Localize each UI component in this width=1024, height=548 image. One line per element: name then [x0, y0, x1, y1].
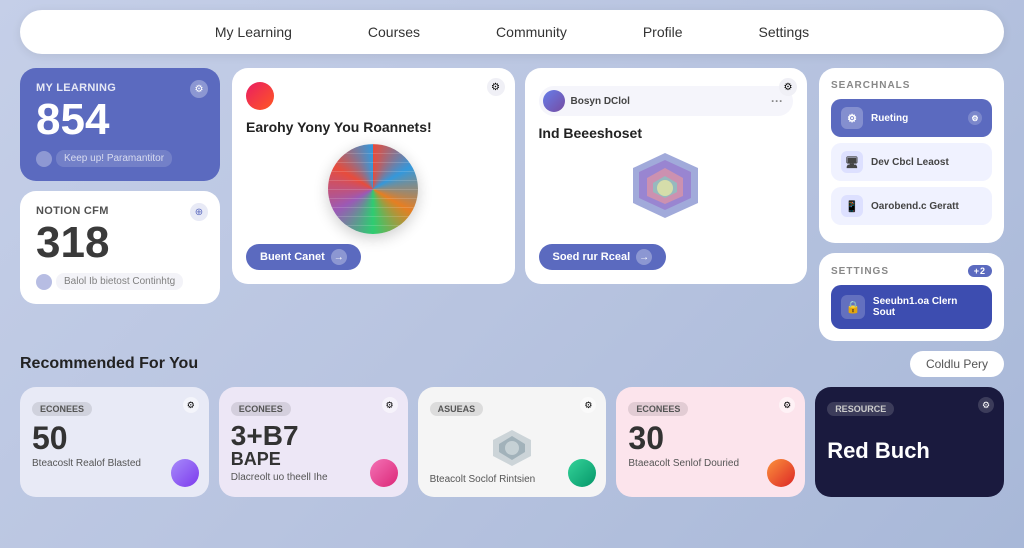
feature-right-title: Ind Beeeshoset: [539, 124, 794, 142]
my-learning-title: My Learning: [36, 82, 204, 94]
searchnals-item2-icon: 📱: [841, 195, 863, 217]
recommended-title: Recommended For You: [20, 355, 198, 373]
rec-card-2-badge: ECONEES: [231, 402, 291, 416]
feature-cards-row: ⚙ Earohy Yony You Roannets! Buent Canet …: [232, 68, 807, 284]
main-nav: My Learning Courses Community Profile Se…: [20, 10, 1004, 54]
my-learning-subtitle: Keep up! Paramantitor: [36, 150, 204, 167]
searchnals-item2-label: Oarobend.c Geratt: [871, 201, 982, 212]
rec-card-5-gear-icon[interactable]: ⚙: [978, 397, 994, 413]
searchnals-title: SEARCHNALS: [831, 80, 992, 91]
settings-action-btn[interactable]: 🔒 Seeubn1.oa Clern Sout: [831, 285, 992, 329]
my-learning-card: My Learning ⚙ 854 Keep up! Paramantitor: [20, 68, 220, 181]
searchnals-item1-label: Dev Cbcl Leaost: [871, 157, 982, 168]
rec-card-4-gear-icon[interactable]: ⚙: [779, 397, 795, 413]
profile-avatar: [543, 90, 565, 112]
nav-settings[interactable]: Settings: [751, 20, 818, 44]
settings-action-label: Seeubn1.oa Clern Sout: [873, 296, 982, 318]
globe-visual: [328, 144, 418, 234]
rec-card-2: ⚙ ECONEES 3+B7 BAPE Dlacreolt uo theell …: [219, 387, 408, 497]
feature-card-left: ⚙ Earohy Yony You Roannets! Buent Canet …: [232, 68, 515, 284]
rec-card-1-gear-icon[interactable]: ⚙: [183, 397, 199, 413]
my-learning-number: 854: [36, 98, 204, 142]
right-sidebar: SEARCHNALS ⚙ Rueting ⚙ 🖥 Dev Cbcl Leaost…: [819, 68, 1004, 341]
searchnals-item1-icon: 🖥: [841, 151, 863, 173]
rec-card-4-avatar: [767, 459, 795, 487]
rec-card-1: ⚙ ECONEES 50 Bteacoslt Realof Blasted: [20, 387, 209, 497]
rec-card-2-avatar: [370, 459, 398, 487]
nav-profile[interactable]: Profile: [635, 20, 691, 44]
nav-community[interactable]: Community: [488, 20, 575, 44]
rec-card-4: ⚙ ECONEES 30 Btaeacolt Senlof Douried: [616, 387, 805, 497]
rec-card-4-badge: ECONEES: [628, 402, 688, 416]
searchnals-header-gear-icon[interactable]: ⚙: [968, 111, 982, 125]
feature-left-icon: [246, 82, 274, 110]
recommended-header: Recommended For You Coldlu Pery: [20, 351, 1004, 377]
nav-my-learning[interactable]: My Learning: [207, 20, 300, 44]
rec-card-1-avatar: [171, 459, 199, 487]
settings-action-icon: 🔒: [841, 295, 865, 319]
feature-right-action-btn[interactable]: Soed rur Rceal →: [539, 244, 667, 270]
settings-section: SETTINGS +2 🔒 Seeubn1.oa Clern Sout: [819, 253, 1004, 341]
profile-in-card: Bosyn DClol ···: [539, 86, 794, 116]
feature-left-title: Earohy Yony You Roannets!: [246, 118, 501, 136]
recommended-cards: ⚙ ECONEES 50 Bteacoslt Realof Blasted ⚙ …: [20, 387, 1004, 497]
my-learning-dropdown[interactable]: Keep up! Paramantitor: [56, 150, 172, 167]
notion-cfm-avatar: [36, 274, 52, 290]
feature-card-right: ⚙ Bosyn DClol ··· Ind Beeeshoset: [525, 68, 808, 284]
recommended-section: Recommended For You Coldlu Pery ⚙ ECONEE…: [0, 351, 1024, 507]
rec-card-3-badge: ASUEAS: [430, 402, 484, 416]
polygon-visual: [623, 148, 708, 223]
searchnals-item-2[interactable]: 📱 Oarobend.c Geratt: [831, 187, 992, 225]
feature-left-arrow-icon: →: [331, 249, 347, 265]
settings-badge: +2: [968, 265, 992, 277]
rec-card-1-number: 50: [32, 422, 197, 454]
middle-feature-column: ⚙ Earohy Yony You Roannets! Buent Canet …: [232, 68, 807, 341]
my-learning-settings-icon[interactable]: ⚙: [190, 80, 208, 98]
notion-cfm-card: Notion CFM ⊕ 318 Balol Ib bietost Contin…: [20, 191, 220, 304]
feature-right-action-label: Soed rur Rceal: [553, 251, 631, 263]
searchnals-header-item[interactable]: ⚙ Rueting ⚙: [831, 99, 992, 137]
left-stats-column: My Learning ⚙ 854 Keep up! Paramantitor …: [20, 68, 220, 341]
rec-card-5-number: Red Buch: [827, 438, 992, 464]
settings-title: SETTINGS +2: [831, 265, 992, 277]
searchnals-item-1[interactable]: 🖥 Dev Cbcl Leaost: [831, 143, 992, 181]
feature-left-action-btn[interactable]: Buent Canet →: [246, 244, 361, 270]
my-learning-avatar: [36, 151, 52, 167]
notion-cfm-title: Notion CFM: [36, 205, 204, 217]
view-all-button[interactable]: Coldlu Pery: [910, 351, 1004, 377]
rec-card-5: ⚙ RESOURCE Red Buch: [815, 387, 1004, 497]
rec-card-3-visual: [487, 426, 537, 470]
feature-right-settings-icon[interactable]: ⚙: [779, 78, 797, 96]
feature-right-arrow-icon: →: [636, 249, 652, 265]
rec-card-3-gear-icon[interactable]: ⚙: [580, 397, 596, 413]
feature-left-settings-icon[interactable]: ⚙: [487, 78, 505, 96]
profile-name: Bosyn DClol: [571, 96, 630, 107]
main-content: My Learning ⚙ 854 Keep up! Paramantitor …: [0, 54, 1024, 351]
feature-left-action-label: Buent Canet: [260, 251, 325, 263]
rec-card-4-number: 30: [628, 422, 793, 454]
rec-card-2-number: 3+B7: [231, 422, 396, 450]
searchnals-header-label: Rueting: [871, 113, 968, 124]
rec-card-2-gear-icon[interactable]: ⚙: [382, 397, 398, 413]
searchnals-section: SEARCHNALS ⚙ Rueting ⚙ 🖥 Dev Cbcl Leaost…: [819, 68, 1004, 243]
rec-card-3: ⚙ ASUEAS Bteacolt Soclof Rintsien: [418, 387, 607, 497]
notion-cfm-settings-icon[interactable]: ⊕: [190, 203, 208, 221]
profile-dots-icon[interactable]: ···: [771, 94, 783, 108]
notion-cfm-dropdown[interactable]: Balol Ib bietost Continhtg: [56, 273, 183, 290]
notion-cfm-number: 318: [36, 221, 204, 265]
notion-cfm-subtitle: Balol Ib bietost Continhtg: [36, 273, 204, 290]
searchnals-header-icon: ⚙: [841, 107, 863, 129]
rec-card-1-badge: ECONEES: [32, 402, 92, 416]
nav-courses[interactable]: Courses: [360, 20, 428, 44]
rec-card-5-badge: RESOURCE: [827, 402, 894, 416]
